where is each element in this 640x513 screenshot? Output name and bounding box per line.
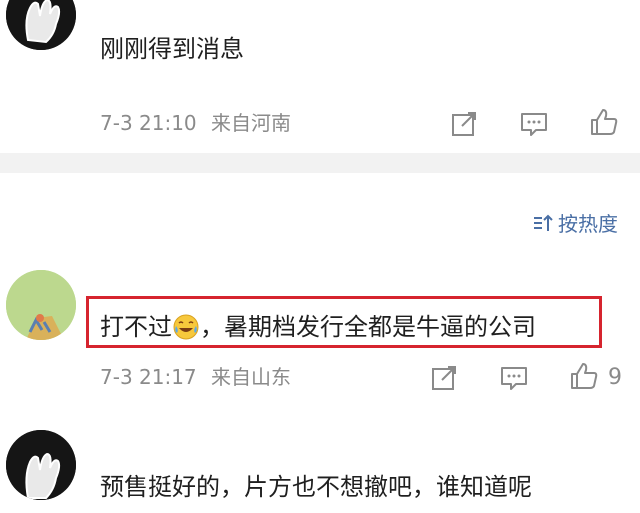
hand-avatar-icon xyxy=(6,430,76,500)
reply-button[interactable] xyxy=(496,360,532,396)
comment-date: 7-3 21:10 xyxy=(100,111,197,135)
avatar[interactable] xyxy=(6,0,76,50)
sort-icon xyxy=(534,214,553,231)
comment-text: 刚刚得到消息 xyxy=(100,35,244,63)
comment-icon xyxy=(521,113,547,136)
comment-meta: 7-3 21:10 来自河南 xyxy=(100,108,299,138)
thumbs-up-icon xyxy=(571,363,598,389)
comment-item: 预售挺好的，片方也不想撤吧，谁知道呢 xyxy=(0,430,640,513)
section-divider xyxy=(0,153,640,173)
comment-date: 7-3 21:17 xyxy=(100,365,197,389)
comment-location: 来自河南 xyxy=(211,111,292,135)
share-button[interactable] xyxy=(446,106,482,142)
like-button[interactable] xyxy=(586,104,622,140)
sort-label: 按热度 xyxy=(558,212,618,236)
share-icon xyxy=(432,366,456,390)
like-count: 9 xyxy=(608,365,622,390)
avatar[interactable] xyxy=(6,430,76,500)
comment-item: 刚刚得到消息 7-3 21:10 来自河南 xyxy=(0,0,640,153)
share-icon xyxy=(452,112,476,136)
comment-location: 来自山东 xyxy=(211,365,292,389)
hand-avatar-icon xyxy=(6,0,76,50)
cartoon-avatar-icon xyxy=(6,270,76,340)
sort-button[interactable]: 按热度 xyxy=(532,208,618,237)
comment-text: 预售挺好的，片方也不想撤吧，谁知道呢 xyxy=(100,473,532,501)
avatar[interactable] xyxy=(6,270,76,340)
reply-button[interactable] xyxy=(516,106,552,142)
comment-icon xyxy=(501,367,527,390)
thumbs-up-icon xyxy=(591,109,618,135)
highlight-box xyxy=(86,296,602,348)
comment-meta: 7-3 21:17 来自山东 xyxy=(100,362,299,392)
like-button[interactable] xyxy=(566,358,602,394)
share-button[interactable] xyxy=(426,360,462,396)
